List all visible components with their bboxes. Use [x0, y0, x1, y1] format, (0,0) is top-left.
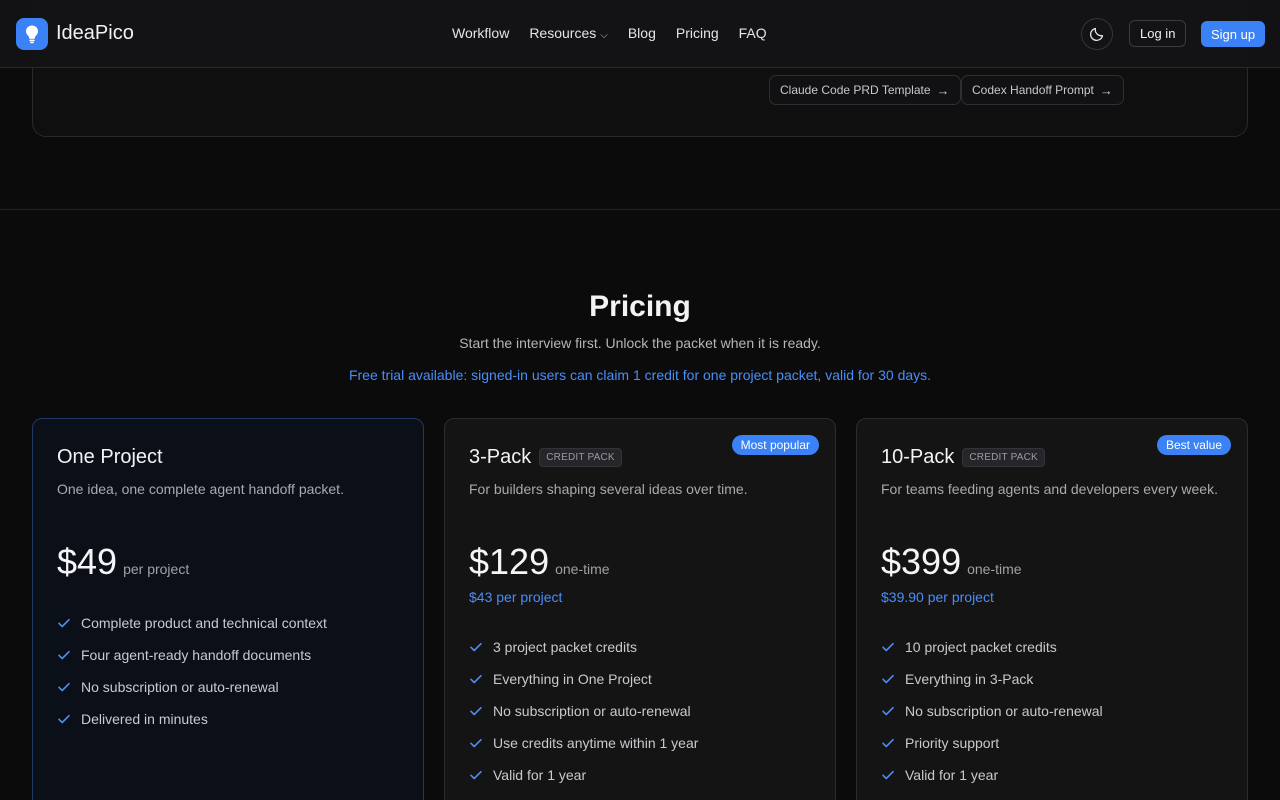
plan-card-10-pack[interactable]: Best value 10-Pack CREDIT PACK For teams…	[856, 418, 1248, 800]
check-icon	[470, 770, 482, 780]
page: Claude Code PRD Template → Codex Handoff…	[0, 0, 1280, 800]
feature-item: Complete product and technical context	[57, 607, 327, 639]
price-unit: per project	[123, 561, 190, 577]
nav-link-resources-label: Resources	[529, 25, 597, 41]
credit-pack-tag: CREDIT PACK	[962, 447, 1045, 467]
feature-text: Delivered in minutes	[81, 711, 208, 727]
feature-item: Valid for 1 year	[881, 759, 1103, 791]
nav-link-workflow[interactable]: Workflow	[452, 25, 509, 41]
price-row: $399 one-time	[881, 541, 1022, 583]
plan-price: $49	[57, 541, 118, 582]
check-icon	[882, 770, 894, 780]
plan-description: For builders shaping several ideas over …	[469, 481, 748, 497]
check-icon	[470, 706, 482, 716]
per-project-price: $39.90 per project	[881, 589, 994, 605]
nav-link-faq[interactable]: FAQ	[739, 25, 767, 41]
codex-handoff-prompt-link[interactable]: Codex Handoff Prompt →	[961, 75, 1124, 105]
plan-name-text: 3-Pack	[469, 445, 532, 468]
check-icon	[58, 618, 70, 628]
best-value-badge: Best value	[1156, 435, 1231, 455]
plan-description: For teams feeding agents and developers …	[881, 481, 1218, 497]
nav-link-pricing[interactable]: Pricing	[676, 25, 719, 41]
feature-text: Complete product and technical context	[81, 615, 327, 631]
feature-text: 3 project packet credits	[493, 639, 637, 655]
feature-item: Everything in 3-Pack	[881, 663, 1103, 695]
feature-item: Four agent-ready handoff documents	[57, 639, 327, 671]
feature-list: 10 project packet credits Everything in …	[881, 631, 1103, 791]
login-button[interactable]: Log in	[1129, 20, 1187, 47]
check-icon	[58, 682, 70, 692]
moon-icon	[1089, 27, 1104, 42]
check-icon	[882, 674, 894, 684]
feature-item: Valid for 1 year	[469, 759, 698, 791]
feature-list: 3 project packet credits Everything in O…	[469, 631, 698, 791]
arrow-right-icon: →	[1099, 82, 1113, 98]
check-icon	[58, 714, 70, 724]
feature-item: No subscription or auto-renewal	[881, 695, 1103, 727]
check-icon	[882, 706, 894, 716]
feature-text: Four agent-ready handoff documents	[81, 647, 312, 663]
plan-card-one-project[interactable]: One Project One idea, one complete agent…	[32, 418, 424, 800]
section-divider	[0, 209, 1280, 210]
price-unit: one-time	[967, 561, 1022, 577]
lightbulb-logo-icon[interactable]	[16, 18, 48, 50]
link-label: Claude Code PRD Template	[780, 83, 931, 97]
feature-item: 10 project packet credits	[881, 631, 1103, 663]
most-popular-badge: Most popular	[731, 435, 819, 455]
check-icon	[58, 650, 70, 660]
per-project-price: $43 per project	[469, 589, 563, 605]
arrow-right-icon: →	[936, 82, 950, 98]
price-unit: one-time	[555, 561, 610, 577]
nav-link-blog[interactable]: Blog	[628, 25, 656, 41]
plan-name-text: One Project	[57, 445, 163, 468]
plan-description: One idea, one complete agent handoff pac…	[57, 481, 344, 497]
feature-text: No subscription or auto-renewal	[493, 703, 691, 719]
top-navbar: IdeaPico Workflow Resources ⌵ Blog Pricin…	[0, 0, 1280, 68]
check-icon	[882, 642, 894, 652]
link-label: Codex Handoff Prompt	[972, 83, 1094, 97]
plan-card-3-pack[interactable]: Most popular 3-Pack CREDIT PACK For buil…	[444, 418, 836, 800]
nav-link-resources[interactable]: Resources ⌵	[529, 25, 608, 41]
price-row: $49 per project	[57, 541, 189, 583]
feature-list: Complete product and technical context F…	[57, 607, 327, 735]
feature-item: No subscription or auto-renewal	[469, 695, 698, 727]
feature-item: Priority support	[881, 727, 1103, 759]
check-icon	[470, 738, 482, 748]
feature-text: No subscription or auto-renewal	[81, 679, 279, 695]
brand-name[interactable]: IdeaPico	[56, 22, 134, 45]
feature-item: No subscription or auto-renewal	[57, 671, 327, 703]
feature-item: Everything in One Project	[469, 663, 698, 695]
feature-text: Everything in 3-Pack	[905, 671, 1034, 687]
plan-price: $129	[469, 541, 550, 582]
feature-text: Valid for 1 year	[905, 767, 999, 783]
signup-button[interactable]: Sign up	[1201, 21, 1266, 47]
free-trial-note: Free trial available: signed-in users ca…	[348, 367, 932, 383]
check-icon	[470, 674, 482, 684]
plan-name: One Project	[57, 443, 399, 471]
feature-item: 3 project packet credits	[469, 631, 698, 663]
feature-text: No subscription or auto-renewal	[905, 703, 1103, 719]
theme-toggle-button[interactable]	[1081, 18, 1113, 50]
feature-text: Valid for 1 year	[493, 767, 587, 783]
pricing-title: Pricing	[589, 290, 691, 323]
plan-name-text: 10-Pack	[881, 445, 955, 468]
plan-price: $399	[881, 541, 962, 582]
claude-prd-template-link[interactable]: Claude Code PRD Template →	[769, 75, 961, 105]
check-icon	[882, 738, 894, 748]
check-icon	[470, 642, 482, 652]
main-menu: Workflow Resources ⌵ Blog Pricing FAQ	[452, 25, 767, 41]
pricing-subtitle: Start the interview first. Unlock the pa…	[459, 335, 821, 351]
feature-text: Everything in One Project	[493, 671, 652, 687]
chevron-down-icon: ⌵	[600, 30, 608, 41]
credit-pack-tag: CREDIT PACK	[539, 447, 622, 467]
feature-text: Priority support	[905, 735, 1000, 751]
feature-item: Delivered in minutes	[57, 703, 327, 735]
feature-item: Use credits anytime within 1 year	[469, 727, 698, 759]
price-row: $129 one-time	[469, 541, 610, 583]
feature-text: Use credits anytime within 1 year	[493, 735, 699, 751]
feature-text: 10 project packet credits	[905, 639, 1057, 655]
